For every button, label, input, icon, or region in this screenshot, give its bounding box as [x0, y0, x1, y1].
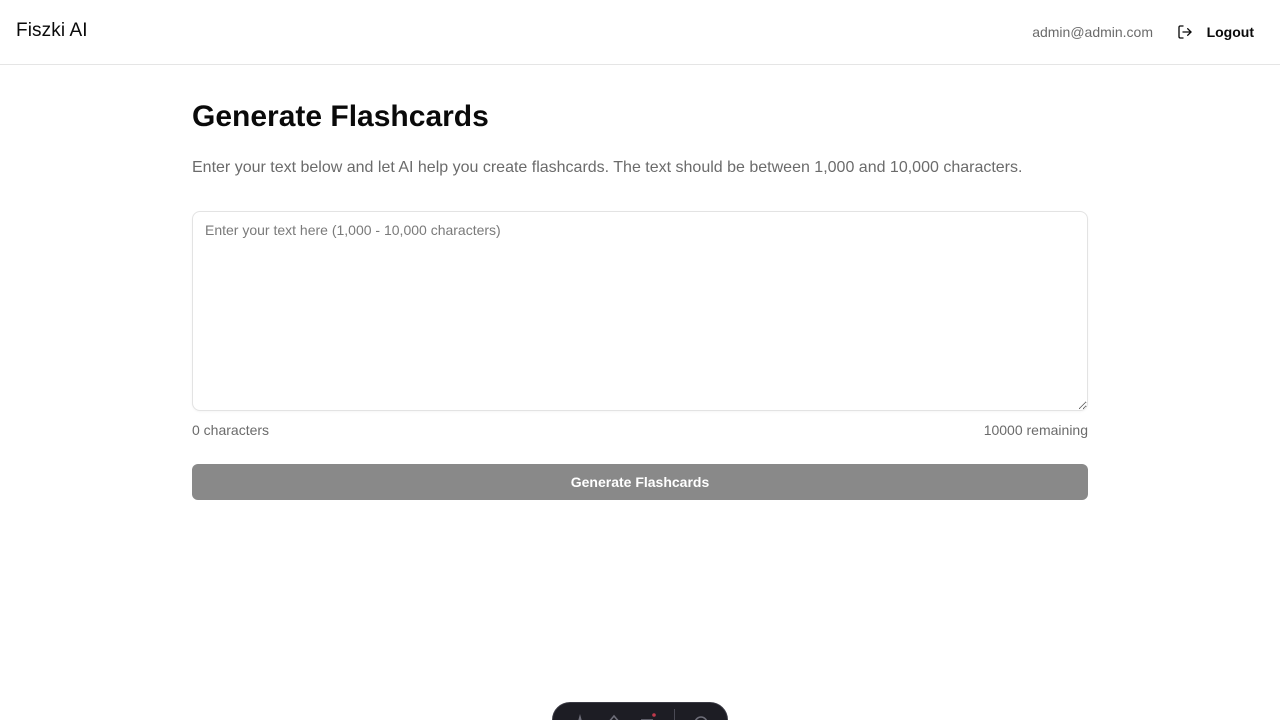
- astro-logo-icon[interactable]: [572, 713, 588, 720]
- dev-toolbar[interactable]: [552, 702, 728, 720]
- toolbar-divider: [673, 709, 675, 720]
- generate-section: Generate Flashcards Enter your text belo…: [192, 65, 1088, 500]
- user-email: admin@admin.com: [1032, 24, 1153, 40]
- app-brand[interactable]: Fiszki AI: [16, 20, 88, 42]
- logout-icon: [1177, 24, 1193, 40]
- inspect-icon[interactable]: [606, 713, 622, 720]
- logout-label: Logout: [1206, 24, 1254, 40]
- page-title: Generate Flashcards: [192, 100, 489, 133]
- page-description: Enter your text below and let AI help yo…: [192, 159, 1023, 176]
- logout-button[interactable]: Logout: [1167, 16, 1264, 48]
- generate-flashcards-button[interactable]: Generate Flashcards: [192, 464, 1088, 500]
- source-text-input[interactable]: [192, 211, 1088, 411]
- character-count: 0 characters: [192, 422, 270, 438]
- top-navbar: Fiszki AI admin@admin.com Logout: [0, 0, 1280, 65]
- audit-icon[interactable]: [640, 713, 656, 720]
- characters-remaining: 10000 remaining: [983, 422, 1088, 438]
- settings-icon[interactable]: [693, 713, 709, 720]
- character-counter-row: 0 characters 10000 remaining: [192, 420, 1088, 440]
